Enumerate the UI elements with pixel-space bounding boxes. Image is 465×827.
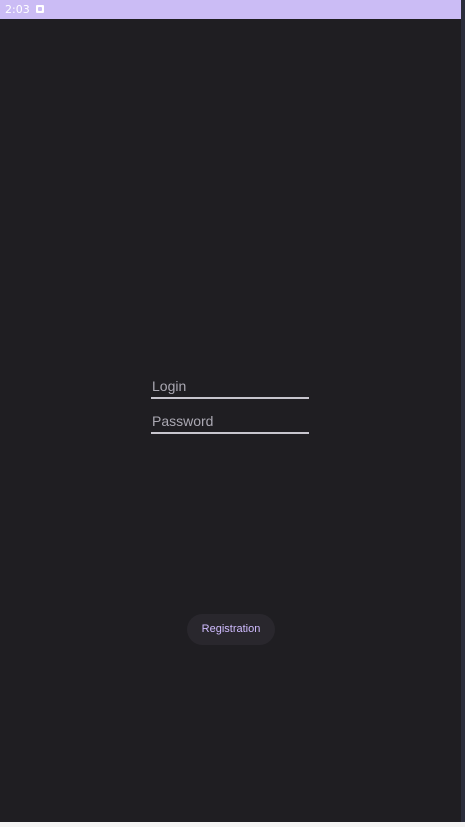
password-input[interactable] <box>151 410 310 432</box>
bottom-strip <box>0 822 465 827</box>
window-edge <box>461 0 465 822</box>
notification-icon <box>36 5 44 13</box>
login-field[interactable] <box>151 375 310 399</box>
registration-button[interactable]: Registration <box>187 614 275 645</box>
app-screen: 2:03 Registration <box>0 0 461 822</box>
password-field[interactable] <box>151 410 310 434</box>
status-time: 2:03 <box>5 3 30 16</box>
status-bar: 2:03 <box>0 0 461 19</box>
login-input[interactable] <box>151 375 310 397</box>
